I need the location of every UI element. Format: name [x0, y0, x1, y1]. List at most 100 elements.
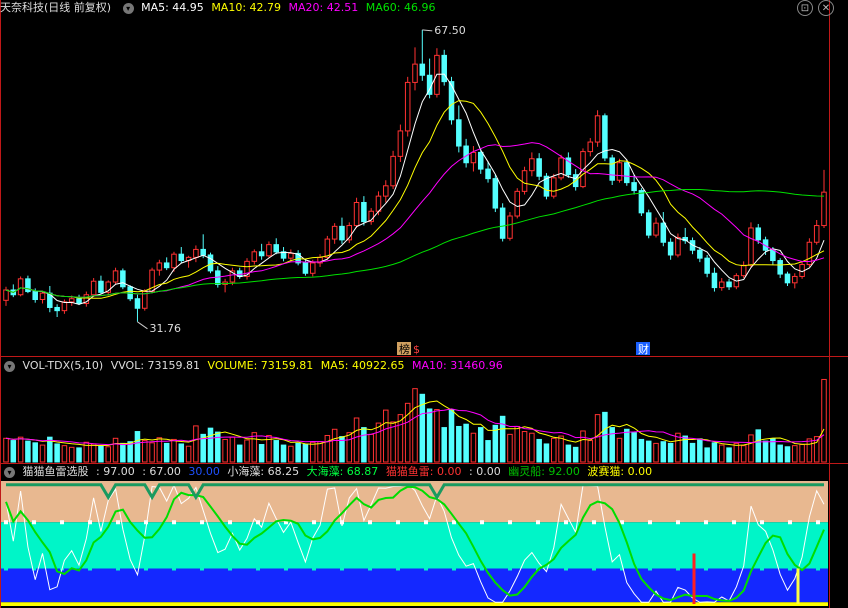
- candle: [353, 197, 360, 228]
- candle-body: [32, 291, 38, 301]
- volume-bar: [499, 415, 506, 463]
- level-30-dot: [200, 566, 204, 571]
- indicator-pane[interactable]: [0, 481, 828, 606]
- volume-bar: [470, 432, 477, 463]
- candle: [98, 275, 104, 294]
- candle: [792, 273, 798, 289]
- level-30-dot: [256, 566, 260, 571]
- candle-body: [419, 63, 426, 76]
- volume-bar: [222, 438, 228, 463]
- volume-bar: [609, 427, 615, 463]
- volume-bar: [346, 432, 353, 463]
- volume-bar: [134, 431, 141, 463]
- volume-bar: [806, 438, 813, 463]
- chevron-down-icon[interactable]: ▾: [122, 2, 134, 14]
- volume-bar: [142, 440, 148, 463]
- candle: [740, 261, 747, 279]
- volume-bar: [112, 437, 119, 463]
- volume-bar: [412, 388, 418, 463]
- candle-body: [521, 170, 528, 192]
- volume-pane[interactable]: [3, 378, 827, 463]
- level-67-dot: [368, 520, 372, 525]
- volume-bar: [587, 440, 594, 463]
- volume-bar: [61, 445, 68, 463]
- candle: [492, 174, 499, 213]
- candle-body: [309, 262, 316, 274]
- ind-xhz: 小海藻: 68.25: [227, 465, 300, 478]
- candle-body: [156, 262, 163, 271]
- candle-body: [529, 158, 535, 172]
- volume-bar: [3, 437, 9, 463]
- level-67-dot: [116, 520, 120, 525]
- volume-bar: [456, 425, 462, 463]
- volume-bar: [368, 433, 374, 463]
- chevron-down-icon[interactable]: ▾: [4, 360, 15, 372]
- volume-bar: [645, 440, 652, 463]
- restore-icon[interactable]: ⊡: [797, 0, 813, 16]
- candle: [266, 241, 272, 258]
- candle-body: [740, 264, 747, 277]
- candle-body: [470, 151, 477, 164]
- volume-bar: [17, 436, 24, 463]
- volume-bar: [383, 409, 389, 463]
- candle-body: [163, 262, 170, 269]
- candle: [470, 146, 477, 172]
- volume-bar: [660, 441, 667, 463]
- candle-body: [748, 227, 754, 266]
- volume-bar: [777, 444, 783, 463]
- candle: [54, 304, 60, 318]
- level-30-dot: [424, 566, 428, 571]
- candle-body: [251, 251, 258, 262]
- volume-bar: [821, 378, 827, 463]
- candle: [229, 267, 236, 286]
- event-dollar-marker[interactable]: $: [411, 342, 425, 356]
- candle-body: [54, 306, 60, 312]
- event-cai-marker[interactable]: 财: [636, 342, 650, 356]
- candle: [244, 258, 250, 280]
- volume-bar: [441, 427, 447, 463]
- vol-title: VOL-TDX(5,10): [22, 359, 104, 372]
- close-icon[interactable]: ✕: [818, 0, 834, 16]
- candle-body: [770, 249, 776, 262]
- candlestick-pane[interactable]: 67.50 31.76 榜 $ 财: [3, 24, 827, 356]
- low-price-label: 31.76: [149, 322, 181, 335]
- candle-body: [587, 141, 594, 153]
- volume-bar: [492, 424, 499, 463]
- volume-bar: [580, 430, 586, 463]
- candle-body: [266, 244, 272, 257]
- level-67-dot: [564, 520, 568, 525]
- chevron-down-icon[interactable]: ▾: [4, 466, 15, 478]
- candle: [368, 208, 374, 225]
- volume-bar: [90, 443, 97, 463]
- volume-bar: [331, 428, 338, 463]
- candle-body: [697, 249, 703, 259]
- volume-bar: [485, 440, 491, 463]
- band-bottom: [0, 602, 828, 606]
- event-bang-marker[interactable]: 榜: [397, 342, 411, 356]
- candle: [536, 153, 542, 181]
- candle: [222, 278, 228, 293]
- vol-volume: VOLUME: 73159.81: [207, 359, 314, 372]
- candle-body: [273, 244, 279, 253]
- candle-body: [499, 207, 506, 239]
- volume-bar: [477, 427, 484, 463]
- candle: [521, 166, 528, 195]
- level-30-dot: [816, 566, 820, 571]
- volume-bar: [309, 441, 316, 463]
- volume-bar: [236, 444, 243, 463]
- candle-body: [821, 191, 827, 227]
- candle: [412, 47, 418, 91]
- vol-ma10: MA10: 31460.96: [412, 359, 503, 372]
- level-67-dot: [536, 520, 540, 525]
- volume-bar: [353, 417, 360, 463]
- candle: [616, 158, 623, 183]
- price-marker-leader: [422, 29, 433, 32]
- volume-bar: [733, 442, 740, 463]
- level-67-dot: [228, 520, 232, 525]
- candle: [456, 105, 462, 153]
- volume-bar: [507, 433, 513, 463]
- candle-body: [624, 162, 630, 184]
- candle-body: [755, 227, 762, 241]
- level-67-dot: [788, 520, 792, 525]
- candle: [302, 260, 309, 276]
